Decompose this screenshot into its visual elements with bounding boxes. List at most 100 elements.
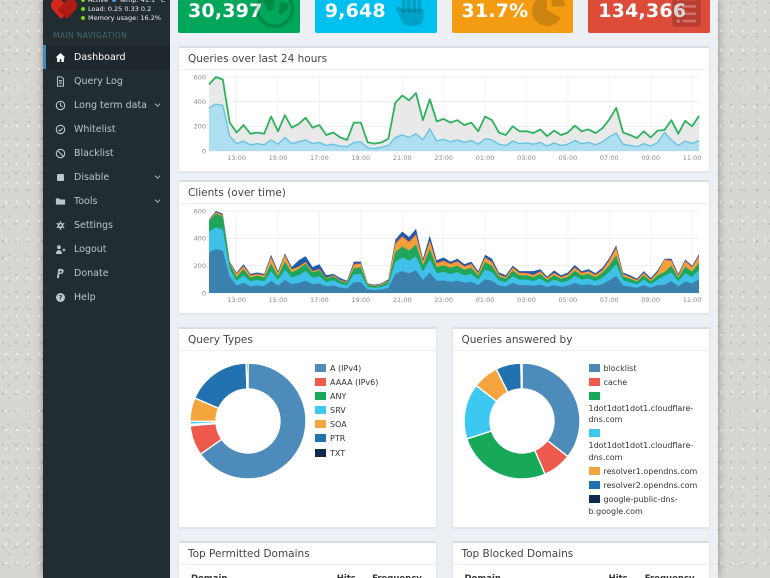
donut-segment [465,430,546,480]
stat-card: 9,648 [314,0,437,33]
svg-text:09:00: 09:00 [641,296,660,304]
svg-text:05:00: 05:00 [559,296,578,304]
legend-item: resolver1.opendns.com [588,466,704,478]
check-circle-icon [55,123,68,135]
legend-item: blocklist [588,363,704,375]
sidebar-status-block: Active Temp: 41.1 °C Load: 0.25 0.33 0.2 … [43,0,170,25]
svg-text:200: 200 [194,262,206,270]
sidebar-item-help[interactable]: ? Help [43,285,170,309]
donut-row: Query Types A (IPv4) AAAA (IPv6) ANY SRV SOA… [178,327,710,528]
panel-top-blocked: Top Blocked Domains DomainHitsFrequencyw… [451,540,710,578]
sidebar-item-label: Settings [74,219,113,231]
svg-text:21:00: 21:00 [393,154,412,162]
sidebar-item-query-log[interactable]: Query Log [43,69,170,93]
svg-text:11:00: 11:00 [683,154,702,162]
sidebar-item-label: Logout [74,243,107,255]
svg-text:05:00: 05:00 [559,154,578,162]
col-header-hits: Hits [602,568,639,578]
chevron-down-icon [154,174,161,180]
answered-by-legend: blocklist cache 1dot1dot1dot1.cloudflare-d… [588,363,704,520]
sidebar-item-settings[interactable]: Settings [43,213,170,237]
legend-item: SRV [315,405,430,417]
svg-text:15:00: 15:00 [269,154,288,162]
legend-item: AAAA (IPv6) [315,377,430,389]
sidebar-item-logout[interactable]: Logout [43,237,170,261]
legend-item: SOA [315,419,430,431]
donate-icon [55,267,68,279]
sidebar-item-label: Long term data [74,99,147,111]
sidebar-item-disable[interactable]: Disable [43,165,170,189]
clock-icon [55,99,68,111]
tables-row: Top Permitted Domains DomainHitsFrequenc… [178,540,710,578]
status-dot-icon [81,7,85,11]
panel-title: Queries answered by [452,329,709,351]
svg-text:200: 200 [194,123,206,131]
legend-swatch [588,494,600,503]
svg-text:03:00: 03:00 [517,296,536,304]
svg-text:400: 400 [194,98,206,106]
donut-segment [519,362,523,390]
legend-swatch [315,392,326,401]
svg-text:07:00: 07:00 [600,296,619,304]
svg-text:600: 600 [194,74,206,81]
stat-card: 31.7% [451,0,574,33]
svg-text:19:00: 19:00 [351,296,370,304]
donut-segment [245,362,249,390]
svg-text:19:00: 19:00 [351,154,370,162]
sidebar-item-tools[interactable]: Tools [43,189,170,213]
legend-item: TXT [315,448,430,460]
stat-cards-row: 30,397 9,648 31.7% 134,366 [178,0,710,33]
svg-text:11:00: 11:00 [683,296,702,304]
nav-section-header: MAIN NAVIGATION [53,31,128,40]
legend-swatch [588,480,600,489]
col-header-domain: Domain [458,568,603,578]
svg-text:0: 0 [202,289,206,297]
sidebar-item-blacklist[interactable]: Blacklist [43,141,170,165]
panel-queries-over-24h: Queries over last 24 hours 13:00 15:00 17:… [178,46,710,172]
legend-item: A (IPv4) [315,363,430,375]
sidebar-item-dashboard[interactable]: Dashboard [43,45,170,69]
col-header-hits: Hits [330,568,367,578]
svg-text:13:00: 13:00 [227,296,246,304]
sidebar-item-whitelist[interactable]: Whitelist [43,117,170,141]
gears-icon [55,219,68,231]
status-line-load: Load: 0.25 0.33 0.2 [81,5,165,14]
chevron-down-icon [154,198,161,204]
file-icon [55,75,68,87]
col-header-domain: Domain [185,568,331,578]
status-line-memory: Memory usage: 16.2% [81,14,165,23]
legend-item: ANY [315,391,430,403]
query-types-legend: A (IPv4) AAAA (IPv6) ANY SRV SOA PTR TXT [315,363,430,484]
svg-text:15:00: 15:00 [269,296,288,304]
sidebar-item-label: Blacklist [74,147,114,159]
chevron-down-icon [154,102,161,108]
sidebar-item-long-term-data[interactable]: Long term data [43,93,170,117]
desktop-background: Active Temp: 41.1 °C Load: 0.25 0.33 0.2 … [0,0,770,578]
sidebar-item-label: Help [74,291,96,303]
home-icon [55,51,68,63]
panel-top-permitted: Top Permitted Domains DomainHitsFrequenc… [178,540,437,578]
legend-swatch [588,364,600,372]
donut-segment [193,362,248,410]
temp-icon [112,0,117,2]
panel-clients-over-time: Clients (over time) 13:00 15:00 17:00 19:00… [178,180,710,314]
sidebar-item-donate[interactable]: Donate [43,261,170,285]
svg-text:0: 0 [202,147,206,155]
answered-by-donut [462,362,581,480]
legend-item: google-public-dns-b.google.com [588,494,678,516]
content-area: 30,397 9,648 31.7% 134,366 Queries over las… [170,0,718,578]
queries-line-chart: 13:00 15:00 17:00 19:00 21:00 23:00 01:00 03:00… [194,73,702,162]
sidebar-item-label: Tools [74,195,98,207]
svg-text:23:00: 23:00 [434,296,453,304]
panel-title: Query Types [179,329,436,351]
ban-icon [55,147,68,159]
panel-title: Top Blocked Domains [452,543,709,565]
svg-text:21:00: 21:00 [393,296,412,304]
legend-swatch [315,448,326,457]
legend-swatch [588,378,600,387]
col-header-frequency: Frequency [638,568,703,578]
svg-text:23:00: 23:00 [434,154,453,162]
legend-item: cache [588,377,704,389]
svg-text:13:00: 13:00 [227,154,246,162]
donut-segment [520,362,581,458]
